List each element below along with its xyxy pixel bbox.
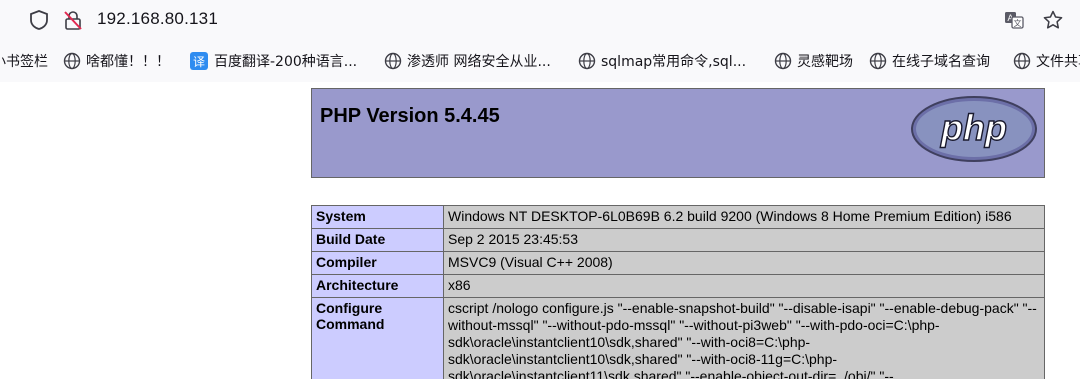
table-row: Architecture x86	[311, 274, 1045, 298]
insecure-connection-icon[interactable]	[62, 9, 84, 31]
table-row: Configure Command cscript /nologo config…	[311, 297, 1045, 379]
bookmark-label: 小书签栏	[0, 54, 48, 70]
table-key: System	[311, 205, 444, 229]
bookmark-label: 文件共享	[1036, 54, 1080, 70]
table-key: Build Date	[311, 228, 444, 252]
bookmark-label: 百度翻译-200种语言...	[214, 54, 358, 70]
url-text[interactable]: 192.168.80.131	[97, 9, 218, 29]
globe-icon	[1013, 52, 1031, 70]
svg-text:php: php	[940, 107, 1007, 148]
bookmark-item[interactable]: sqlmap常用命令,sql...	[578, 51, 746, 71]
table-value: Sep 2 2015 23:45:53	[443, 228, 1045, 252]
bookmark-item[interactable]: 渗透师 网络安全从业...	[384, 51, 551, 71]
bookmark-star-icon[interactable]	[1042, 9, 1064, 31]
table-value: Windows NT DESKTOP-6L0B69B 6.2 build 920…	[443, 205, 1045, 229]
bookmark-label: 灵感靶场	[797, 54, 853, 70]
table-row: Build Date Sep 2 2015 23:45:53	[311, 228, 1045, 252]
php-version-header: PHP Version 5.4.45 php	[311, 88, 1045, 178]
address-bar: 192.168.80.131 A 文	[0, 0, 1080, 40]
table-row: System Windows NT DESKTOP-6L0B69B 6.2 bu…	[311, 205, 1045, 229]
globe-icon	[384, 52, 402, 70]
bookmark-item[interactable]: 啥都懂！！！	[63, 51, 170, 71]
bookmark-label: 啥都懂！！！	[86, 54, 170, 70]
globe-icon	[578, 52, 596, 70]
shield-icon[interactable]	[28, 9, 50, 31]
page-title: PHP Version 5.4.45	[320, 105, 500, 127]
table-value: cscript /nologo configure.js "--enable-s…	[443, 297, 1045, 379]
bookmark-label: sqlmap常用命令,sql...	[601, 54, 747, 70]
table-row: Compiler MSVC9 (Visual C++ 2008)	[311, 251, 1045, 275]
php-info-table: System Windows NT DESKTOP-6L0B69B 6.2 bu…	[311, 205, 1045, 379]
table-key: Architecture	[311, 274, 444, 298]
table-key: Configure Command	[311, 297, 444, 379]
table-key: Compiler	[311, 251, 444, 275]
bookmark-label: 渗透师 网络安全从业...	[407, 54, 551, 70]
svg-text:文: 文	[1014, 18, 1022, 28]
table-value: x86	[443, 274, 1045, 298]
bookmark-item[interactable]: 译 百度翻译-200种语言...	[190, 51, 357, 71]
php-logo-icon[interactable]: php	[910, 95, 1038, 163]
bookmark-item[interactable]: 小书签栏	[0, 51, 48, 71]
globe-icon	[774, 52, 792, 70]
fanyi-icon: 译	[190, 52, 208, 70]
globe-icon	[63, 52, 81, 70]
globe-icon	[869, 52, 887, 70]
bookmark-item[interactable]: 在线子域名查询	[869, 51, 990, 71]
bookmark-item[interactable]: 文件共享	[1013, 51, 1080, 71]
bookmark-label: 在线子域名查询	[892, 54, 990, 70]
table-value: MSVC9 (Visual C++ 2008)	[443, 251, 1045, 275]
translate-icon[interactable]: A 文	[1004, 10, 1024, 30]
bookmarks-toolbar: 小书签栏 啥都懂！！！ 译 百度翻译-200种语言... 渗透师 网络安全从业.…	[0, 40, 1080, 82]
bookmark-item[interactable]: 灵感靶场	[774, 51, 853, 71]
